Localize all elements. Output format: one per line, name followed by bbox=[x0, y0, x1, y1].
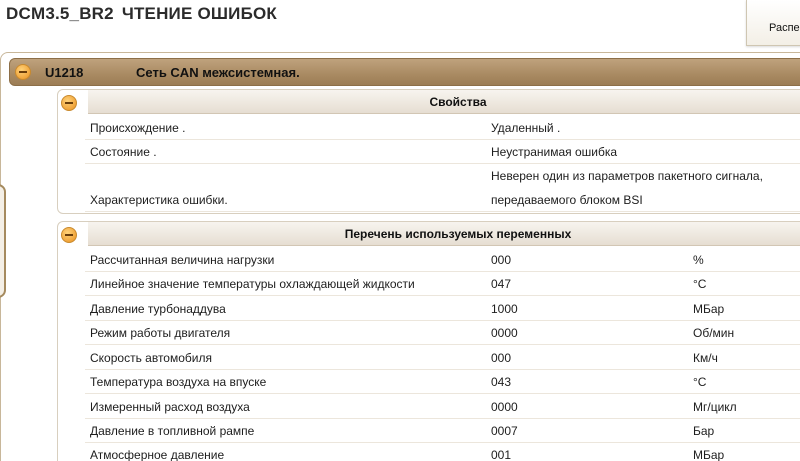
collapse-icon[interactable] bbox=[61, 95, 77, 111]
section-title: Свойства bbox=[88, 90, 800, 114]
page-title: DCM3.5_BR2 ЧТЕНИЕ ОШИБОК bbox=[6, 4, 277, 24]
variable-value: 043 bbox=[491, 375, 512, 389]
property-value: Удаленный . bbox=[491, 121, 561, 135]
scroll-handle[interactable] bbox=[0, 184, 6, 298]
variable-unit: °C bbox=[693, 277, 707, 291]
variable-value: 0000 bbox=[491, 400, 518, 414]
variable-unit: Об/мин bbox=[693, 326, 735, 340]
print-button-label: Распе bbox=[769, 22, 800, 34]
variable-name: Рассчитанная величина нагрузки bbox=[90, 253, 275, 267]
variable-row: Атмосферное давление 001 МБар bbox=[85, 443, 800, 461]
property-value-line: Неверен один из параметров пакетного сиг… bbox=[491, 169, 763, 183]
variable-row: Давление в топливной рампе 0007 Бар bbox=[85, 419, 800, 443]
variable-row: Давление турбонаддува 1000 МБар bbox=[85, 297, 800, 321]
variable-unit: Км/ч bbox=[693, 351, 718, 365]
module-name: DCM3.5_BR2 bbox=[6, 4, 114, 23]
variable-unit: МБар bbox=[693, 302, 725, 316]
variable-name: Температура воздуха на впуске bbox=[90, 375, 267, 389]
variable-value: 001 bbox=[491, 448, 512, 461]
variable-unit: Бар bbox=[693, 424, 715, 438]
variable-unit: °C bbox=[693, 375, 707, 389]
variable-row: Линейное значение температуры охлаждающе… bbox=[85, 272, 800, 296]
variable-row: Температура воздуха на впуске 043 °C bbox=[85, 370, 800, 394]
variable-name: Линейное значение температуры охлаждающе… bbox=[90, 277, 415, 291]
variable-value: 1000 bbox=[491, 302, 518, 316]
fault-description: Сеть CAN межсистемная. bbox=[136, 65, 300, 80]
variable-row: Рассчитанная величина нагрузки 000 % bbox=[85, 248, 800, 272]
property-label: Состояние . bbox=[90, 145, 157, 159]
variable-name: Режим работы двигателя bbox=[90, 326, 231, 340]
variable-name: Скорость автомобиля bbox=[90, 351, 212, 365]
screen-title: ЧТЕНИЕ ОШИБОК bbox=[121, 4, 277, 23]
variable-row: Скорость автомобиля 000 Км/ч bbox=[85, 346, 800, 370]
print-button[interactable]: Распе bbox=[746, 0, 800, 46]
property-label: Характеристика ошибки. bbox=[90, 193, 228, 207]
property-value-line: передаваемого блоком BSI bbox=[491, 193, 643, 207]
variable-value: 000 bbox=[491, 351, 512, 365]
section-title: Перечень используемых переменных bbox=[88, 222, 800, 246]
variable-value: 0000 bbox=[491, 326, 518, 340]
variable-unit: % bbox=[693, 253, 704, 267]
variable-name: Атмосферное давление bbox=[90, 448, 225, 461]
variable-name: Давление турбонаддува bbox=[90, 302, 226, 316]
variable-name: Измеренный расход воздуха bbox=[90, 400, 250, 414]
variable-row: Режим работы двигателя 0000 Об/мин bbox=[85, 321, 800, 345]
variable-value: 047 bbox=[491, 277, 512, 291]
property-label: Происхождение . bbox=[90, 121, 186, 135]
fault-header[interactable] bbox=[9, 58, 800, 86]
variable-value: 000 bbox=[491, 253, 512, 267]
property-value: Неустранимая ошибка bbox=[491, 145, 618, 159]
variable-unit: Мг/цикл bbox=[693, 400, 737, 414]
property-row: Состояние . Неустранимая ошибка bbox=[85, 140, 800, 164]
variable-value: 0007 bbox=[491, 424, 518, 438]
variable-name: Давление в топливной рампе bbox=[90, 424, 255, 438]
property-row: Происхождение . Удаленный . bbox=[85, 116, 800, 140]
property-row: Характеристика ошибки. Неверен один из п… bbox=[85, 164, 800, 212]
collapse-icon[interactable] bbox=[61, 227, 77, 243]
variable-row: Измеренный расход воздуха 0000 Мг/цикл bbox=[85, 395, 800, 419]
fault-code: U1218 bbox=[45, 65, 84, 80]
variable-unit: МБар bbox=[693, 448, 725, 461]
collapse-icon[interactable] bbox=[15, 64, 31, 80]
